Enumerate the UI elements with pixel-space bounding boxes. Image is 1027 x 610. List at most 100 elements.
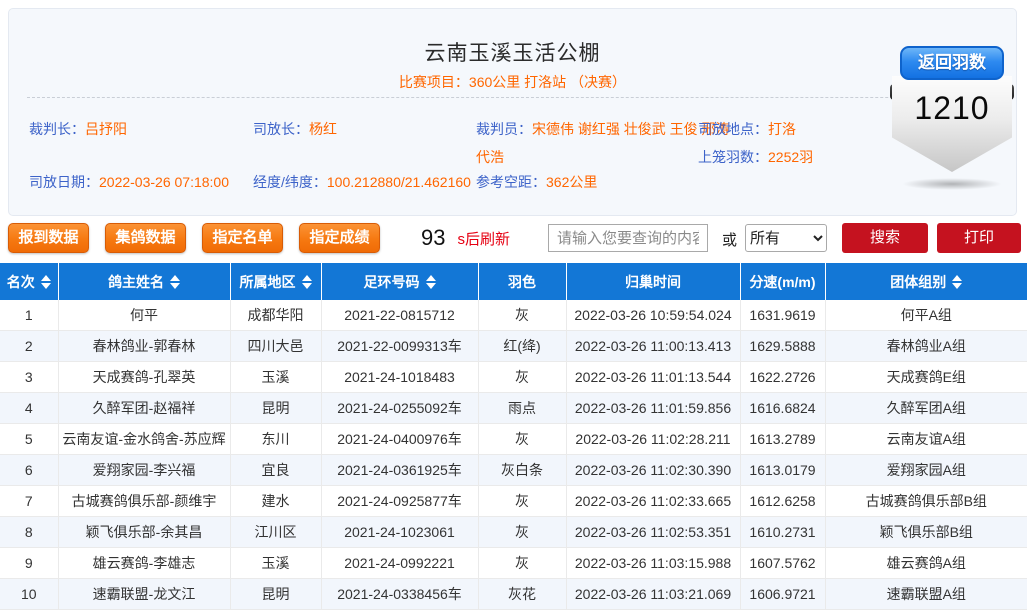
cell-team_group: 古城赛鸽俱乐部B组 [825,486,1027,517]
cell-rank: 9 [0,548,58,579]
search-button[interactable]: 搜索 [842,223,928,253]
cell-feather_color: 雨点 [478,393,566,424]
refresh-seconds: 93 [421,225,445,251]
cell-owner: 天成赛鸽-孔翠英 [58,362,230,393]
or-label: 或 [722,229,737,250]
badge-shield: 1210 [892,76,1012,172]
nominated-results-button[interactable]: 指定成绩 [299,223,380,253]
cell-region: 成都华阳 [230,300,321,331]
cell-region: 东川 [230,424,321,455]
cell-team_group: 雄云赛鸽A组 [825,548,1027,579]
badge-shadow [902,178,1002,190]
sort-icon [426,275,436,289]
cell-owner: 雄云赛鸽-李雄志 [58,548,230,579]
cell-ring: 2021-24-0338456车 [321,579,478,610]
cell-rank: 10 [0,579,58,610]
info-value: 2022-03-26 07:18:00 [99,174,229,190]
cell-return_time: 2022-03-26 11:01:13.544 [566,362,740,393]
cell-return_time: 2022-03-26 11:02:33.665 [566,486,740,517]
cell-team_group: 何平A组 [825,300,1027,331]
cell-team_group: 颖飞俱乐部B组 [825,517,1027,548]
table-row: 6爱翔家园-李兴福宜良2021-24-0361925车灰白条2022-03-26… [0,455,1027,486]
info-label: 参考空距： [476,174,546,190]
cell-team_group: 天成赛鸽E组 [825,362,1027,393]
info-value: 362公里 [546,174,597,190]
cell-speed: 1610.2731 [740,517,825,548]
info-release-chief: 司放长：杨红 [253,119,337,139]
basketing-data-button[interactable]: 集鸽数据 [105,223,186,253]
cell-return_time: 2022-03-26 11:00:13.413 [566,331,740,362]
results-table: 名次鸽主姓名所属地区足环号码羽色归巢时间分速(m/m)团体组别 1何平成都华阳2… [0,263,1027,610]
cell-ring: 2021-24-0400976车 [321,424,478,455]
column-header-ring[interactable]: 足环号码 [321,263,478,300]
cell-owner: 古城赛鸽俱乐部-颜维宇 [58,486,230,517]
cell-rank: 2 [0,331,58,362]
sort-icon [302,275,312,289]
cell-speed: 1613.0179 [740,455,825,486]
cell-region: 江川区 [230,517,321,548]
info-value: 2252羽 [768,149,813,165]
cell-ring: 2021-22-0815712 [321,300,478,331]
column-header-label: 羽色 [508,274,536,290]
table-row: 8颖飞俱乐部-余其昌江川区2021-24-1023061灰2022-03-26 … [0,517,1027,548]
cell-region: 宜良 [230,455,321,486]
cell-ring: 2021-24-0925877车 [321,486,478,517]
divider [27,97,998,98]
cell-ring: 2021-24-1023061 [321,517,478,548]
cell-owner: 颖飞俱乐部-余其昌 [58,517,230,548]
table-row: 3天成赛鸽-孔翠英玉溪2021-24-1018483灰2022-03-26 11… [0,362,1027,393]
cell-rank: 5 [0,424,58,455]
info-referees-continued: 代浩 [476,147,504,167]
cell-owner: 久醉军团-赵福祥 [58,393,230,424]
table-row: 9雄云赛鸽-李雄志玉溪2021-24-0992221灰2022-03-26 11… [0,548,1027,579]
cell-owner: 何平 [58,300,230,331]
info-longitude-latitude: 经度/纬度：100.212880/21.462160 [253,172,471,192]
cell-region: 昆明 [230,393,321,424]
cell-region: 玉溪 [230,548,321,579]
info-label: 司放地点： [698,121,768,137]
search-input[interactable] [548,224,708,252]
table-row: 7古城赛鸽俱乐部-颜维宇建水2021-24-0925877车灰2022-03-2… [0,486,1027,517]
report-data-button[interactable]: 报到数据 [8,223,89,253]
returned-count-value: 1210 [892,90,1012,127]
print-button[interactable]: 打印 [937,223,1021,253]
cell-owner: 爱翔家园-李兴福 [58,455,230,486]
cell-rank: 3 [0,362,58,393]
cell-speed: 1613.2789 [740,424,825,455]
info-label: 经度/纬度： [253,174,327,190]
cell-feather_color: 红(绛) [478,331,566,362]
cell-region: 建水 [230,486,321,517]
info-referee-chief: 裁判长：吕抒阳 [29,119,127,139]
cell-return_time: 2022-03-26 11:02:53.351 [566,517,740,548]
column-header-owner[interactable]: 鸽主姓名 [58,263,230,300]
cell-return_time: 2022-03-26 10:59:54.024 [566,300,740,331]
column-header-return_time: 归巢时间 [566,263,740,300]
cell-return_time: 2022-03-26 11:01:59.856 [566,393,740,424]
column-header-label: 足环号码 [364,274,420,290]
column-header-label: 归巢时间 [625,274,681,290]
info-referees: 裁判员：宋德伟 谢红强 壮俊武 王俊 邢涛 [476,119,730,139]
cell-return_time: 2022-03-26 11:03:21.069 [566,579,740,610]
cell-feather_color: 灰 [478,424,566,455]
info-value: 杨红 [309,121,337,137]
filter-select[interactable]: 所有 [745,224,827,252]
cell-feather_color: 灰花 [478,579,566,610]
table-row: 2春林鸽业-郭春林四川大邑2021-22-0099313车红(绛)2022-03… [0,331,1027,362]
returned-count-badge: 1210 返回羽数 [890,46,1014,196]
nominated-list-button[interactable]: 指定名单 [202,223,283,253]
info-release-place: 司放地点：打洛 [698,119,796,139]
cell-team_group: 速霸联盟A组 [825,579,1027,610]
column-header-label: 名次 [7,274,35,290]
column-header-rank[interactable]: 名次 [0,263,58,300]
column-header-team_group[interactable]: 团体组别 [825,263,1027,300]
cell-feather_color: 灰白条 [478,455,566,486]
cell-return_time: 2022-03-26 11:02:28.211 [566,424,740,455]
info-value: 100.212880/21.462160 [327,174,471,190]
race-info-panel: 云南玉溪玉活公棚 比赛项目：360公里 打洛站 （决赛） 裁判长：吕抒阳 司放长… [8,8,1017,216]
column-header-feather_color: 羽色 [478,263,566,300]
toolbar: 报到数据 集鸽数据 指定名单 指定成绩 93 s后刷新 或 所有 搜索 打印 [0,222,1027,258]
column-header-region[interactable]: 所属地区 [230,263,321,300]
cell-feather_color: 灰 [478,362,566,393]
column-header-label: 分速(m/m) [749,274,815,290]
cell-ring: 2021-24-1018483 [321,362,478,393]
